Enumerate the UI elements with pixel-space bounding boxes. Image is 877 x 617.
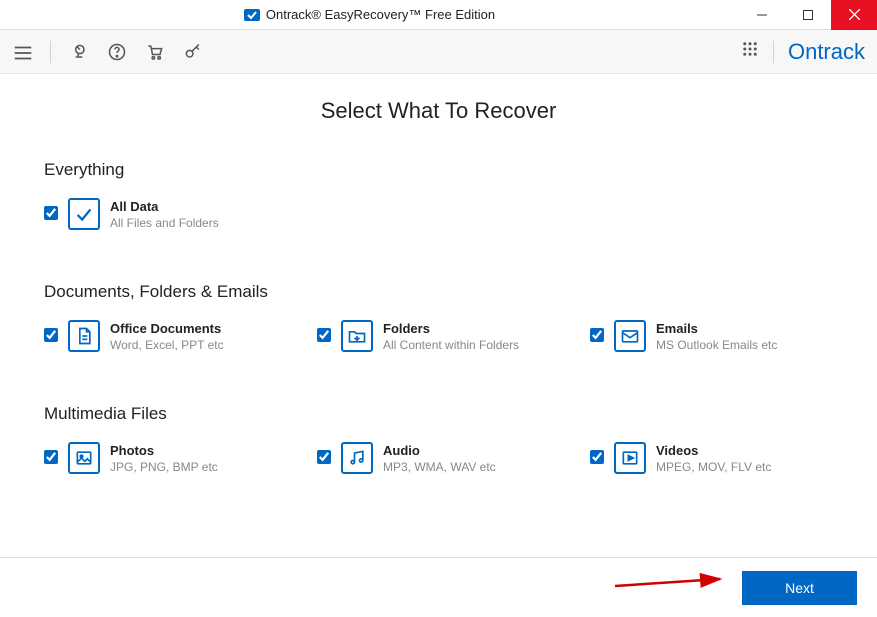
option-title: All Data — [110, 199, 219, 214]
checkbox-office-documents[interactable] — [44, 328, 58, 342]
section-title-everything: Everything — [44, 160, 833, 180]
microscope-icon[interactable] — [69, 42, 89, 62]
section-title-documents: Documents, Folders & Emails — [44, 282, 833, 302]
cart-icon[interactable] — [145, 42, 165, 62]
separator — [50, 41, 51, 63]
option-desc: Word, Excel, PPT etc — [110, 338, 224, 352]
option-desc: MS Outlook Emails etc — [656, 338, 777, 352]
check-icon — [68, 198, 100, 230]
image-icon — [68, 442, 100, 474]
checkbox-all-data[interactable] — [44, 206, 58, 220]
brand-logo: Ontrack — [788, 39, 865, 65]
mail-icon — [614, 320, 646, 352]
annotation-arrow — [610, 568, 730, 603]
option-title: Audio — [383, 443, 496, 458]
option-desc: JPG, PNG, BMP etc — [110, 460, 218, 474]
folder-icon — [341, 320, 373, 352]
play-icon — [614, 442, 646, 474]
option-title: Videos — [656, 443, 771, 458]
checkbox-folders[interactable] — [317, 328, 331, 342]
checkbox-photos[interactable] — [44, 450, 58, 464]
music-icon — [341, 442, 373, 474]
apps-grid-icon[interactable] — [741, 40, 759, 63]
close-button[interactable] — [831, 0, 877, 30]
separator — [773, 41, 774, 63]
checkbox-videos[interactable] — [590, 450, 604, 464]
document-icon — [68, 320, 100, 352]
app-icon — [244, 7, 260, 23]
menu-icon[interactable] — [12, 42, 32, 62]
option-desc: All Files and Folders — [110, 216, 219, 230]
option-desc: All Content within Folders — [383, 338, 519, 352]
window-title: Ontrack® EasyRecovery™ Free Edition — [266, 7, 495, 22]
minimize-button[interactable] — [739, 0, 785, 30]
option-title: Photos — [110, 443, 218, 458]
option-title: Emails — [656, 321, 777, 336]
maximize-button[interactable] — [785, 0, 831, 30]
option-title: Office Documents — [110, 321, 224, 336]
checkbox-audio[interactable] — [317, 450, 331, 464]
option-desc: MP3, WMA, WAV etc — [383, 460, 496, 474]
checkbox-emails[interactable] — [590, 328, 604, 342]
key-icon[interactable] — [183, 42, 203, 62]
help-icon[interactable] — [107, 42, 127, 62]
next-button[interactable]: Next — [742, 571, 857, 605]
page-title: Select What To Recover — [44, 98, 833, 124]
option-desc: MPEG, MOV, FLV etc — [656, 460, 771, 474]
option-title: Folders — [383, 321, 519, 336]
section-title-multimedia: Multimedia Files — [44, 404, 833, 424]
